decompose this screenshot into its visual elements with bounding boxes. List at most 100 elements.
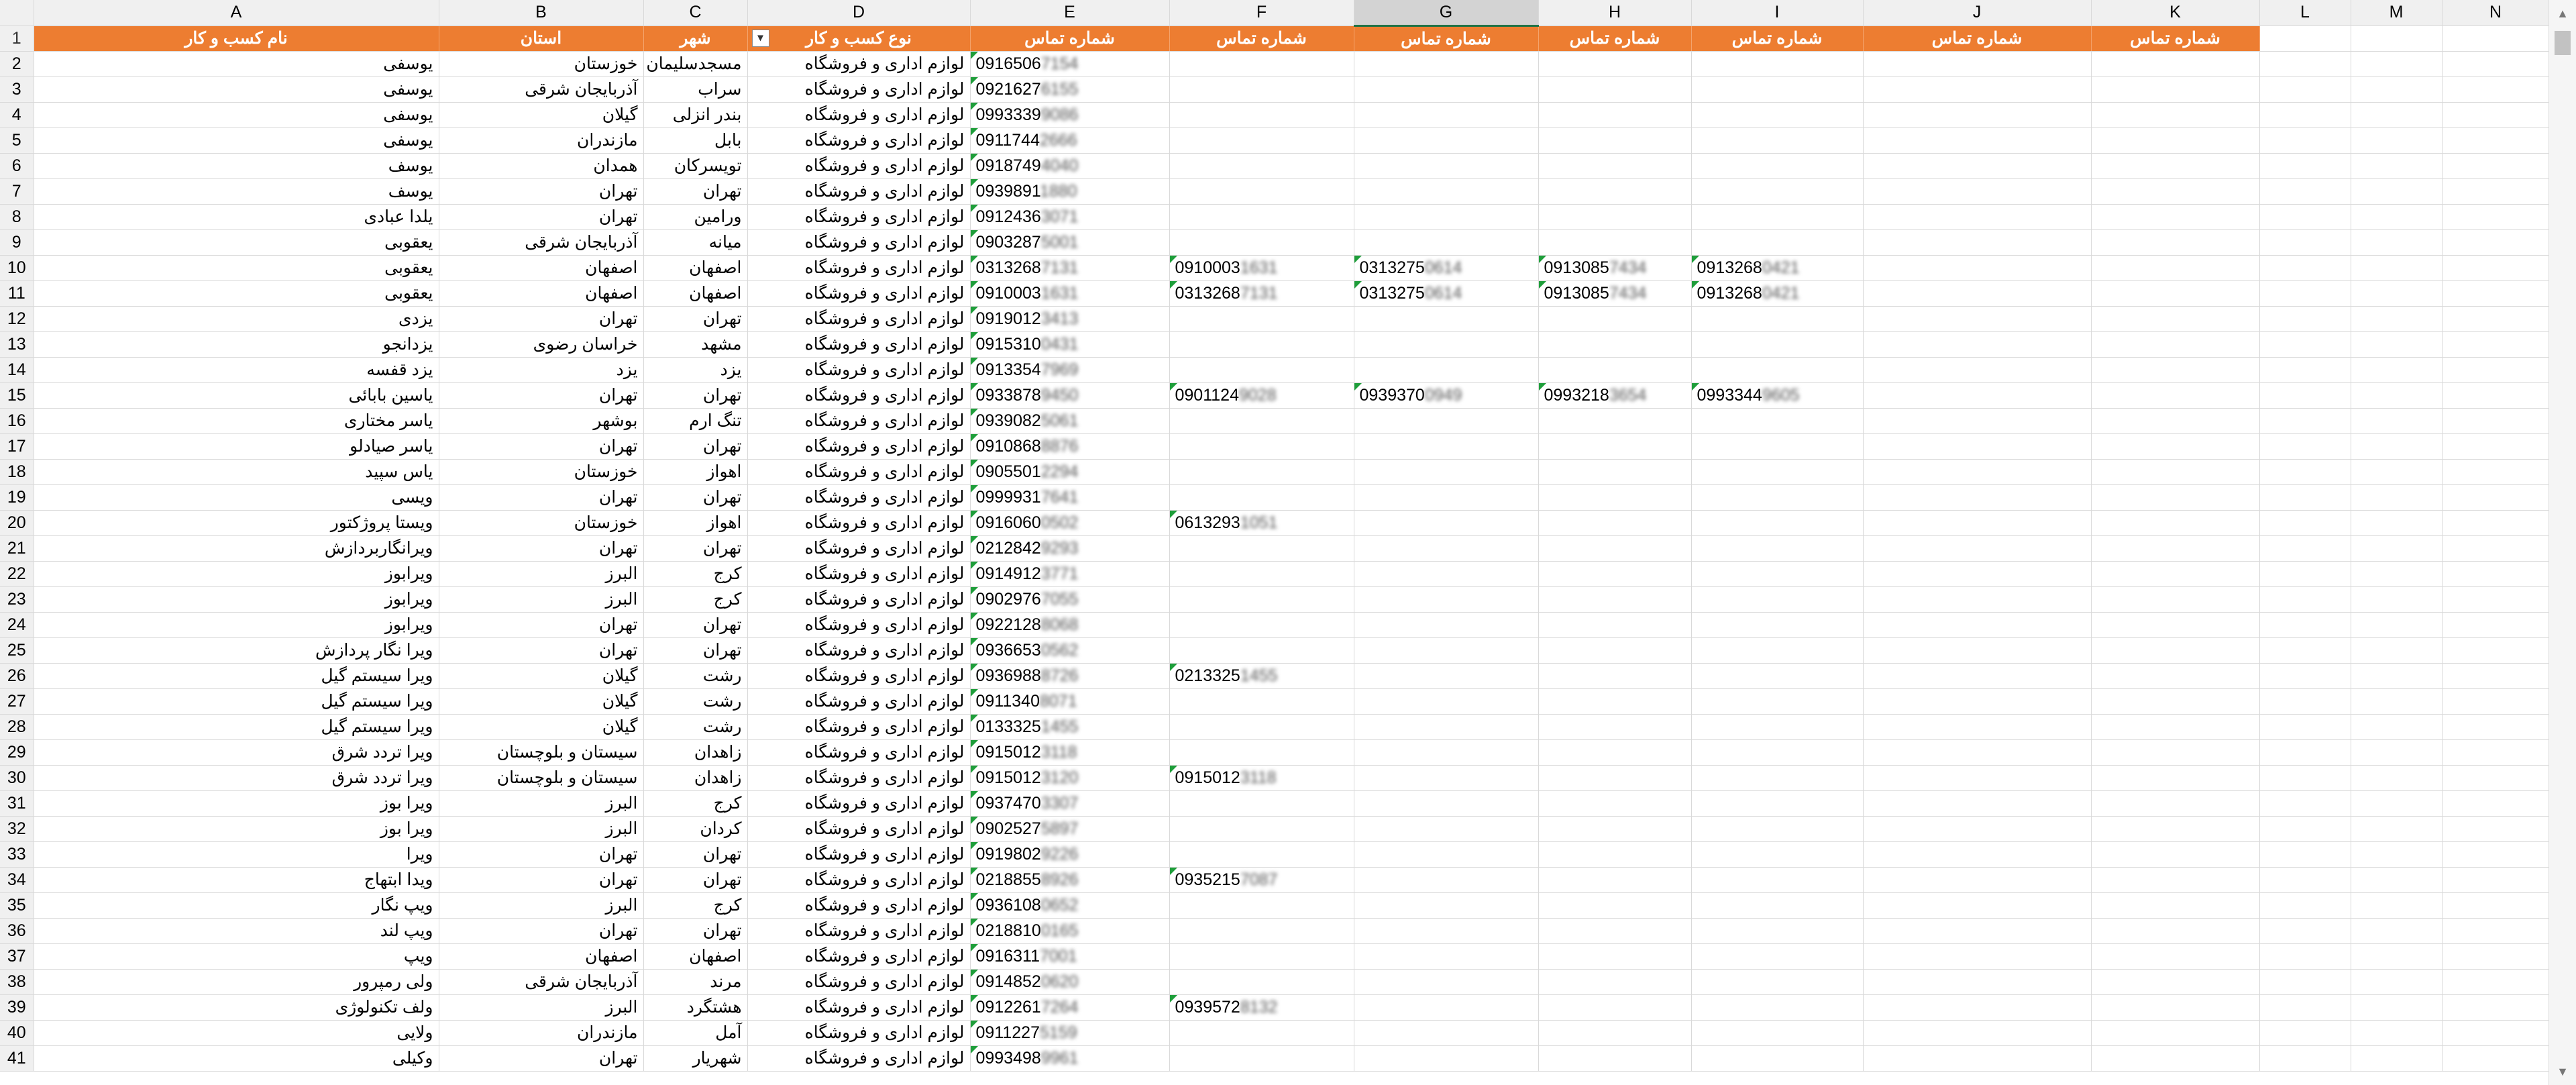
city-cell[interactable]: تویسرکان xyxy=(643,153,748,179)
empty-cell[interactable] xyxy=(2351,178,2443,205)
phone-cell[interactable] xyxy=(1691,229,1864,256)
province-cell[interactable]: خوزستان xyxy=(439,459,644,485)
business-name-cell[interactable]: ویرا بوز xyxy=(34,790,439,817)
empty-cell[interactable] xyxy=(2351,51,2443,77)
empty-cell[interactable] xyxy=(2351,663,2443,689)
city-cell[interactable]: اصفهان xyxy=(643,943,748,970)
phone-cell[interactable]: 09055012294 xyxy=(970,459,1170,485)
empty-cell[interactable] xyxy=(2442,433,2549,460)
phone-cell[interactable] xyxy=(1538,178,1692,205)
empty-cell[interactable] xyxy=(2442,1045,2549,1072)
empty-cell[interactable] xyxy=(2442,637,2549,664)
business-type-cell[interactable]: لوازم اداری و فروشگاه xyxy=(747,382,971,409)
empty-cell[interactable] xyxy=(2091,51,2260,77)
phone-cell[interactable] xyxy=(1169,178,1354,205)
row-number[interactable]: 15 xyxy=(0,382,34,409)
empty-cell[interactable] xyxy=(2091,382,2260,409)
city-cell[interactable]: اهواز xyxy=(643,459,748,485)
city-cell[interactable]: مشهد xyxy=(643,331,748,358)
empty-cell[interactable] xyxy=(2259,255,2351,281)
phone-cell[interactable] xyxy=(1538,51,1692,77)
empty-cell[interactable] xyxy=(2351,867,2443,893)
business-name-cell[interactable]: یوسفی xyxy=(34,127,439,154)
phone-cell[interactable]: 09369888726 xyxy=(970,663,1170,689)
phone-cell[interactable] xyxy=(1169,1045,1354,1072)
empty-cell[interactable] xyxy=(2259,994,2351,1021)
empty-cell[interactable] xyxy=(2442,306,2549,332)
phone-cell[interactable]: 09025275897 xyxy=(970,816,1170,842)
empty-cell[interactable] xyxy=(1863,51,2092,77)
empty-cell[interactable] xyxy=(2351,739,2443,766)
phone-cell[interactable] xyxy=(1169,102,1354,128)
phone-cell[interactable] xyxy=(1538,459,1692,485)
phone-cell[interactable] xyxy=(1691,790,1864,817)
phone-cell[interactable] xyxy=(1354,76,1539,103)
business-name-cell[interactable]: ولایی xyxy=(34,1020,439,1046)
empty-cell[interactable] xyxy=(1863,459,2092,485)
phone-cell[interactable] xyxy=(1354,918,1539,944)
business-name-cell[interactable]: ویرابوز xyxy=(34,561,439,587)
phone-cell[interactable] xyxy=(1354,867,1539,893)
empty-cell[interactable] xyxy=(2442,816,2549,842)
phone-cell[interactable] xyxy=(1169,229,1354,256)
phone-cell[interactable] xyxy=(1538,1045,1692,1072)
phone-cell[interactable] xyxy=(1354,714,1539,740)
phone-cell[interactable] xyxy=(1538,637,1692,664)
empty-cell[interactable] xyxy=(2442,969,2549,995)
empty-cell[interactable] xyxy=(2351,586,2443,613)
scroll-down-icon[interactable]: ▼ xyxy=(2549,1058,2576,1085)
phone-cell[interactable] xyxy=(1354,969,1539,995)
city-cell[interactable]: تهران xyxy=(643,382,748,409)
empty-cell[interactable] xyxy=(2259,178,2351,205)
empty-cell[interactable] xyxy=(2091,535,2260,562)
business-name-cell[interactable]: ویسی xyxy=(34,484,439,511)
phone-cell[interactable] xyxy=(1354,408,1539,434)
business-name-cell[interactable]: یعقوبی xyxy=(34,280,439,307)
phone-cell[interactable] xyxy=(1169,1020,1354,1046)
row-number[interactable]: 40 xyxy=(0,1020,34,1046)
empty-cell[interactable] xyxy=(2351,229,2443,256)
phone-cell[interactable] xyxy=(1354,561,1539,587)
province-cell[interactable]: گیلان xyxy=(439,102,644,128)
phone-cell[interactable] xyxy=(1169,790,1354,817)
province-cell[interactable]: خوزستان xyxy=(439,510,644,536)
row-number[interactable]: 12 xyxy=(0,306,34,332)
phone-cell[interactable] xyxy=(1691,586,1864,613)
column-header-a[interactable]: A xyxy=(34,0,439,26)
empty-cell[interactable] xyxy=(2259,127,2351,154)
phone-cell[interactable] xyxy=(1354,357,1539,383)
empty-cell[interactable] xyxy=(1863,943,2092,970)
row-number[interactable]: 21 xyxy=(0,535,34,562)
empty-cell[interactable] xyxy=(1863,994,2092,1021)
business-name-cell[interactable]: یوسف xyxy=(34,153,439,179)
empty-cell[interactable] xyxy=(2442,25,2549,52)
province-cell[interactable]: تهران xyxy=(439,637,644,664)
phone-cell[interactable] xyxy=(1691,535,1864,562)
empty-cell[interactable] xyxy=(2259,943,2351,970)
business-type-cell[interactable]: لوازم اداری و فروشگاه xyxy=(747,306,971,332)
province-cell[interactable]: البرز xyxy=(439,892,644,919)
business-name-cell[interactable]: یعقوبی xyxy=(34,229,439,256)
city-cell[interactable]: تهران xyxy=(643,612,748,638)
city-cell[interactable]: یزد xyxy=(643,357,748,383)
province-cell[interactable]: تهران xyxy=(439,1045,644,1072)
business-type-cell[interactable]: لوازم اداری و فروشگاه xyxy=(747,714,971,740)
column-header-j[interactable]: J xyxy=(1863,0,2092,26)
column-header-i[interactable]: I xyxy=(1691,0,1864,26)
phone-cell[interactable]: 09221288068 xyxy=(970,612,1170,638)
phone-cell[interactable]: 09374703307 xyxy=(970,790,1170,817)
empty-cell[interactable] xyxy=(1863,255,2092,281)
phone-cell[interactable]: 09132680421 xyxy=(1691,280,1864,307)
phone-cell[interactable]: 09165067154 xyxy=(970,51,1170,77)
phone-cell[interactable] xyxy=(1354,841,1539,868)
empty-cell[interactable] xyxy=(2259,535,2351,562)
empty-cell[interactable] xyxy=(2091,714,2260,740)
row-number[interactable]: 32 xyxy=(0,816,34,842)
city-cell[interactable]: میانه xyxy=(643,229,748,256)
city-cell[interactable]: رشت xyxy=(643,663,748,689)
province-cell[interactable]: تهران xyxy=(439,306,644,332)
business-type-cell[interactable]: لوازم اداری و فروشگاه xyxy=(747,255,971,281)
phone-cell[interactable]: 09393700949 xyxy=(1354,382,1539,409)
empty-cell[interactable] xyxy=(2351,76,2443,103)
phone-cell[interactable] xyxy=(1538,153,1692,179)
